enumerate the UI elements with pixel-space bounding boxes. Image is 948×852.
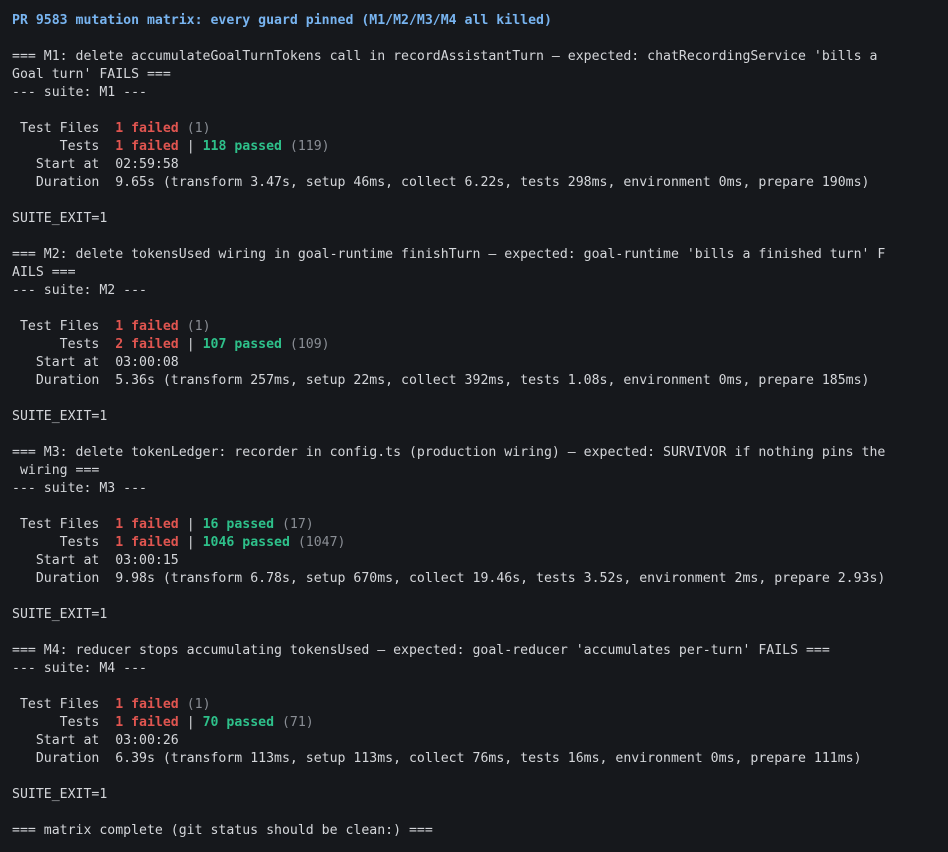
- terminal-output[interactable]: PR 9583 mutation matrix: every guard pin…: [0, 0, 948, 852]
- m3-header-cont: wiring ===: [12, 463, 100, 478]
- m3-tests-total: (1047): [289, 535, 346, 550]
- m4-tests-failed: 1 failed: [115, 715, 179, 730]
- m1-header: === M1: delete accumulateGoalTurnTokens …: [12, 49, 878, 64]
- separator: |: [178, 715, 203, 730]
- m1-start-row: Start at 02:59:58: [12, 156, 948, 174]
- tests-label: Tests: [12, 535, 116, 550]
- m1-suite-label: --- suite: M1 ---: [12, 85, 147, 100]
- matrix-footer: === matrix complete (git status should b…: [12, 823, 433, 838]
- m2-duration-row: Duration 5.36s (transform 257ms, setup 2…: [12, 372, 948, 390]
- m4-tests-passed: 70 passed: [202, 715, 275, 730]
- m1-test-files-row: Test Files 1 failed (1): [12, 120, 948, 138]
- duration-label: Duration: [12, 751, 116, 766]
- m1-tests-passed: 118 passed: [202, 139, 282, 154]
- start-at-label: Start at: [12, 733, 116, 748]
- m4-duration: 6.39s (transform 113ms, setup 113ms, col…: [115, 751, 862, 766]
- duration-label: Duration: [12, 373, 116, 388]
- m3-duration-row: Duration 9.98s (transform 6.78s, setup 6…: [12, 570, 948, 588]
- m4-files-total: (1): [178, 697, 211, 712]
- m2-tests-passed: 107 passed: [202, 337, 282, 352]
- m3-suite-label: --- suite: M3 ---: [12, 481, 147, 496]
- test-files-label: Test Files: [12, 319, 116, 334]
- tests-label: Tests: [12, 337, 116, 352]
- m3-tests-row: Tests 1 failed | 1046 passed (1047): [12, 534, 948, 552]
- m2-header-cont: AILS ===: [12, 265, 76, 280]
- m4-suite-label: --- suite: M4 ---: [12, 661, 147, 676]
- m1-duration: 9.65s (transform 3.47s, setup 46ms, coll…: [115, 175, 870, 190]
- separator: |: [178, 139, 203, 154]
- m4-start-time: 03:00:26: [115, 733, 179, 748]
- m3-files-total: (17): [274, 517, 314, 532]
- m4-test-files-row: Test Files 1 failed (1): [12, 696, 948, 714]
- m1-tests-failed: 1 failed: [115, 139, 179, 154]
- m1-duration-row: Duration 9.65s (transform 3.47s, setup 4…: [12, 174, 948, 192]
- matrix-title: PR 9583 mutation matrix: every guard pin…: [12, 13, 552, 28]
- tests-label: Tests: [12, 715, 116, 730]
- start-at-label: Start at: [12, 553, 116, 568]
- m2-tests-total: (109): [281, 337, 330, 352]
- m3-files-passed: 16 passed: [202, 517, 275, 532]
- m4-tests-total: (71): [274, 715, 314, 730]
- duration-label: Duration: [12, 571, 116, 586]
- m3-start-time: 03:00:15: [115, 553, 179, 568]
- test-files-label: Test Files: [12, 697, 116, 712]
- m1-tests-row: Tests 1 failed | 118 passed (119): [12, 138, 948, 156]
- m2-suite-label: --- suite: M2 ---: [12, 283, 147, 298]
- m2-suite-exit: SUITE_EXIT=1: [12, 409, 108, 424]
- m4-header: === M4: reducer stops accumulating token…: [12, 643, 830, 658]
- m3-files-failed: 1 failed: [115, 517, 179, 532]
- m2-files-total: (1): [178, 319, 211, 334]
- test-files-label: Test Files: [12, 121, 116, 136]
- separator: |: [178, 337, 203, 352]
- test-files-label: Test Files: [12, 517, 116, 532]
- m1-files-total: (1): [178, 121, 211, 136]
- m4-files-failed: 1 failed: [115, 697, 179, 712]
- m3-suite-exit: SUITE_EXIT=1: [12, 607, 108, 622]
- separator: |: [178, 535, 203, 550]
- m3-tests-failed: 1 failed: [115, 535, 179, 550]
- duration-label: Duration: [12, 175, 116, 190]
- m2-duration: 5.36s (transform 257ms, setup 22ms, coll…: [115, 373, 870, 388]
- m2-start-row: Start at 03:00:08: [12, 354, 948, 372]
- m2-files-failed: 1 failed: [115, 319, 179, 334]
- start-at-label: Start at: [12, 355, 116, 370]
- m2-tests-failed: 2 failed: [115, 337, 179, 352]
- m3-tests-passed: 1046 passed: [202, 535, 290, 550]
- m3-header: === M3: delete tokenLedger: recorder in …: [12, 445, 886, 460]
- separator: |: [178, 517, 203, 532]
- start-at-label: Start at: [12, 157, 116, 172]
- m1-header-cont: Goal turn' FAILS ===: [12, 67, 171, 82]
- m2-test-files-row: Test Files 1 failed (1): [12, 318, 948, 336]
- m4-duration-row: Duration 6.39s (transform 113ms, setup 1…: [12, 750, 948, 768]
- m2-header: === M2: delete tokensUsed wiring in goal…: [12, 247, 886, 262]
- m4-tests-row: Tests 1 failed | 70 passed (71): [12, 714, 948, 732]
- m1-tests-total: (119): [281, 139, 330, 154]
- m3-start-row: Start at 03:00:15: [12, 552, 948, 570]
- m1-suite-exit: SUITE_EXIT=1: [12, 211, 108, 226]
- m4-start-row: Start at 03:00:26: [12, 732, 948, 750]
- m2-start-time: 03:00:08: [115, 355, 179, 370]
- m1-files-failed: 1 failed: [115, 121, 179, 136]
- m3-duration: 9.98s (transform 6.78s, setup 670ms, col…: [115, 571, 886, 586]
- m3-test-files-row: Test Files 1 failed | 16 passed (17): [12, 516, 948, 534]
- m2-tests-row: Tests 2 failed | 107 passed (109): [12, 336, 948, 354]
- m1-start-time: 02:59:58: [115, 157, 179, 172]
- tests-label: Tests: [12, 139, 116, 154]
- m4-suite-exit: SUITE_EXIT=1: [12, 787, 108, 802]
